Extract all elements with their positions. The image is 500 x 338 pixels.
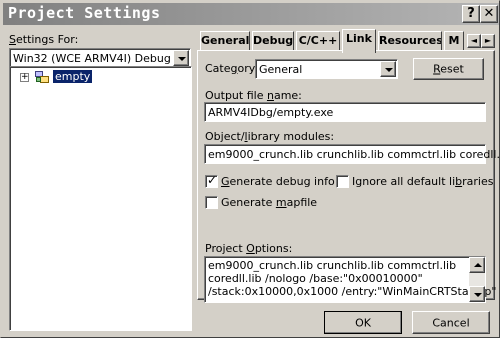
category-value: General bbox=[259, 63, 303, 76]
tab-more[interactable]: M bbox=[444, 31, 464, 51]
modules-value: em9000_crunch.lib crunchlib.lib commctrl… bbox=[208, 148, 500, 161]
project-options-line: /stack:0x10000,0x1000 /entry:"WinMainCRT… bbox=[208, 285, 497, 298]
generate-debug-label[interactable]: Generate debug info bbox=[221, 175, 335, 188]
cancel-button[interactable]: Cancel bbox=[412, 311, 490, 334]
project-options-line: coredll.lib /nologo /base:"0x00010000" bbox=[208, 272, 423, 285]
tab-scroll-left-icon[interactable]: ◄ bbox=[467, 34, 481, 48]
chevron-down-icon[interactable] bbox=[380, 61, 396, 77]
modules-input[interactable]: em9000_crunch.lib crunchlib.lib commctrl… bbox=[204, 144, 500, 164]
help-button[interactable]: ? bbox=[462, 5, 480, 23]
title-bar[interactable]: Project Settings ? ✕ bbox=[3, 3, 499, 25]
tree-item-empty[interactable]: empty bbox=[53, 70, 93, 83]
settings-for-combo[interactable]: Win32 (WCE ARMV4I) Debug bbox=[9, 48, 191, 68]
ignore-default-libs-label[interactable]: Ignore all default libraries bbox=[352, 175, 493, 188]
project-tree[interactable]: + empty bbox=[9, 66, 192, 331]
scroll-up-icon[interactable] bbox=[469, 257, 485, 273]
output-file-input[interactable]: ARMV4IDbg/empty.exe bbox=[204, 102, 486, 122]
project-options-textarea[interactable]: em9000_crunch.lib crunchlib.lib commctrl… bbox=[204, 256, 496, 303]
output-file-value: ARMV4IDbg/empty.exe bbox=[208, 106, 334, 119]
check-icon: ✓ bbox=[207, 173, 218, 187]
tab-debug[interactable]: Debug bbox=[252, 31, 294, 51]
tab-link[interactable]: Link bbox=[342, 29, 376, 53]
generate-mapfile-checkbox[interactable] bbox=[205, 196, 218, 209]
project-options-scrollbar[interactable] bbox=[469, 257, 485, 302]
tab-c-cpp[interactable]: C/C++ bbox=[296, 31, 340, 51]
output-file-label: Output file name: bbox=[205, 89, 302, 102]
generate-mapfile-label[interactable]: Generate mapfile bbox=[221, 196, 317, 209]
ignore-default-libs-checkbox[interactable] bbox=[336, 175, 349, 188]
scroll-down-icon[interactable] bbox=[469, 286, 485, 302]
project-folder-icon bbox=[35, 71, 49, 83]
tab-scroll-right-icon[interactable]: ► bbox=[481, 34, 495, 48]
close-button[interactable]: ✕ bbox=[480, 5, 498, 23]
project-settings-dialog: Project Settings ? ✕ Settings For: Win32… bbox=[0, 0, 500, 338]
reset-button[interactable]: Reset bbox=[413, 58, 484, 80]
window-title: Project Settings bbox=[8, 4, 161, 22]
chevron-down-icon[interactable] bbox=[173, 50, 189, 66]
ok-button[interactable]: OK bbox=[324, 311, 402, 334]
settings-for-value: Win32 (WCE ARMV4I) Debug bbox=[13, 52, 171, 65]
cancel-label: Cancel bbox=[432, 316, 470, 329]
tree-expand-icon[interactable]: + bbox=[20, 73, 29, 82]
project-options-line: em9000_crunch.lib crunchlib.lib commctrl… bbox=[208, 259, 457, 272]
project-options-label: Project Options: bbox=[205, 242, 293, 255]
tab-resources[interactable]: Resources bbox=[378, 31, 442, 51]
category-combo[interactable]: General bbox=[255, 59, 398, 79]
tab-general[interactable]: General bbox=[200, 31, 250, 51]
modules-label: Object/library modules: bbox=[205, 130, 335, 143]
ok-label: OK bbox=[355, 316, 371, 329]
category-label: Category: bbox=[205, 62, 259, 75]
generate-debug-checkbox[interactable]: ✓ bbox=[205, 173, 218, 188]
settings-for-label: Settings For: bbox=[9, 33, 79, 46]
